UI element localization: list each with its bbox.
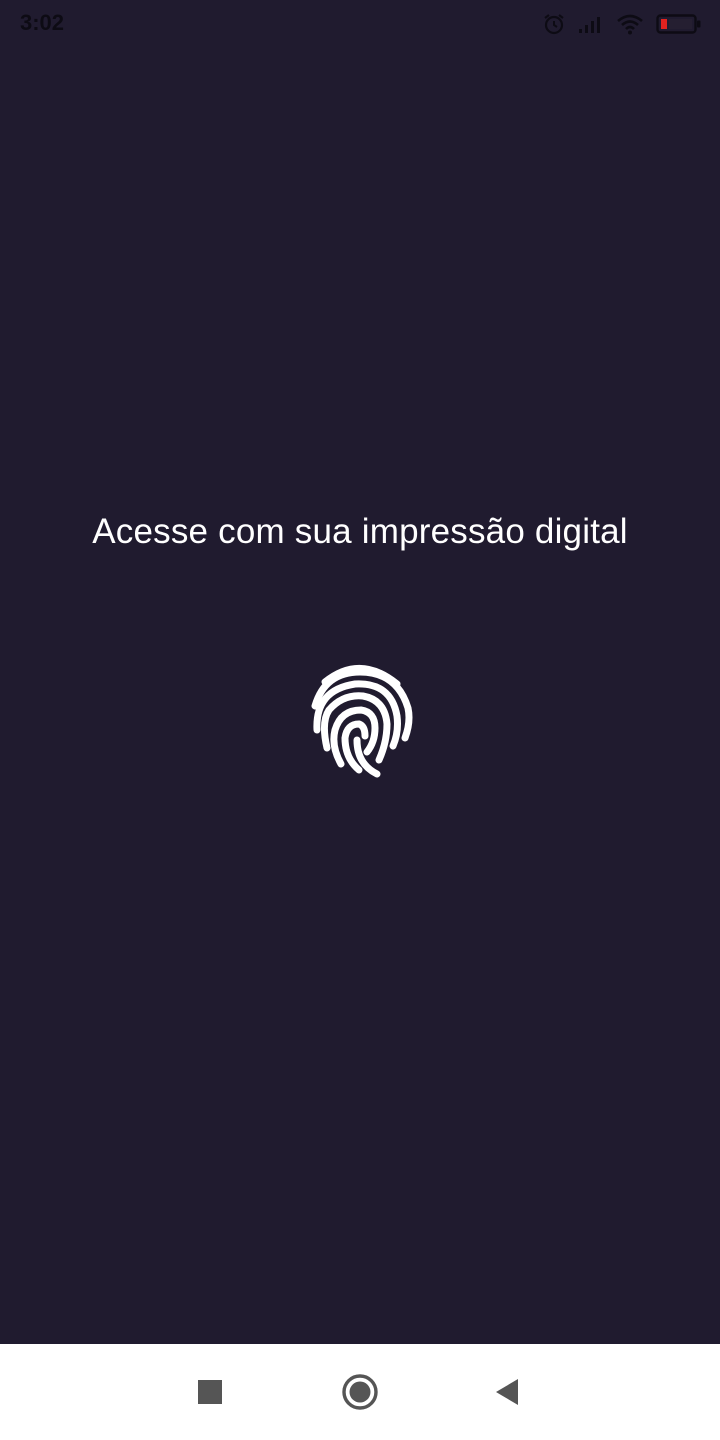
back-button[interactable] bbox=[486, 1372, 526, 1412]
recents-button[interactable] bbox=[190, 1372, 230, 1412]
navigation-bar bbox=[0, 1344, 720, 1440]
status-time: 3:02 bbox=[20, 10, 65, 35]
home-button[interactable] bbox=[340, 1372, 380, 1412]
circle-icon bbox=[342, 1374, 378, 1410]
back-triangle-icon bbox=[496, 1379, 518, 1405]
status-icons bbox=[542, 10, 702, 38]
wifi-icon bbox=[616, 13, 644, 35]
status-bar: 3:02 bbox=[0, 0, 720, 48]
fingerprint-icon bbox=[311, 665, 413, 778]
signal-icon bbox=[578, 14, 604, 34]
battery-icon bbox=[656, 13, 702, 35]
alarm-icon bbox=[542, 12, 566, 36]
fingerprint-button[interactable] bbox=[305, 660, 415, 780]
square-icon bbox=[198, 1380, 222, 1404]
screen: 3:02 Acesse com sua impressão digital bbox=[0, 0, 720, 1440]
fingerprint-prompt: Acesse com sua impressão digital bbox=[92, 512, 628, 551]
